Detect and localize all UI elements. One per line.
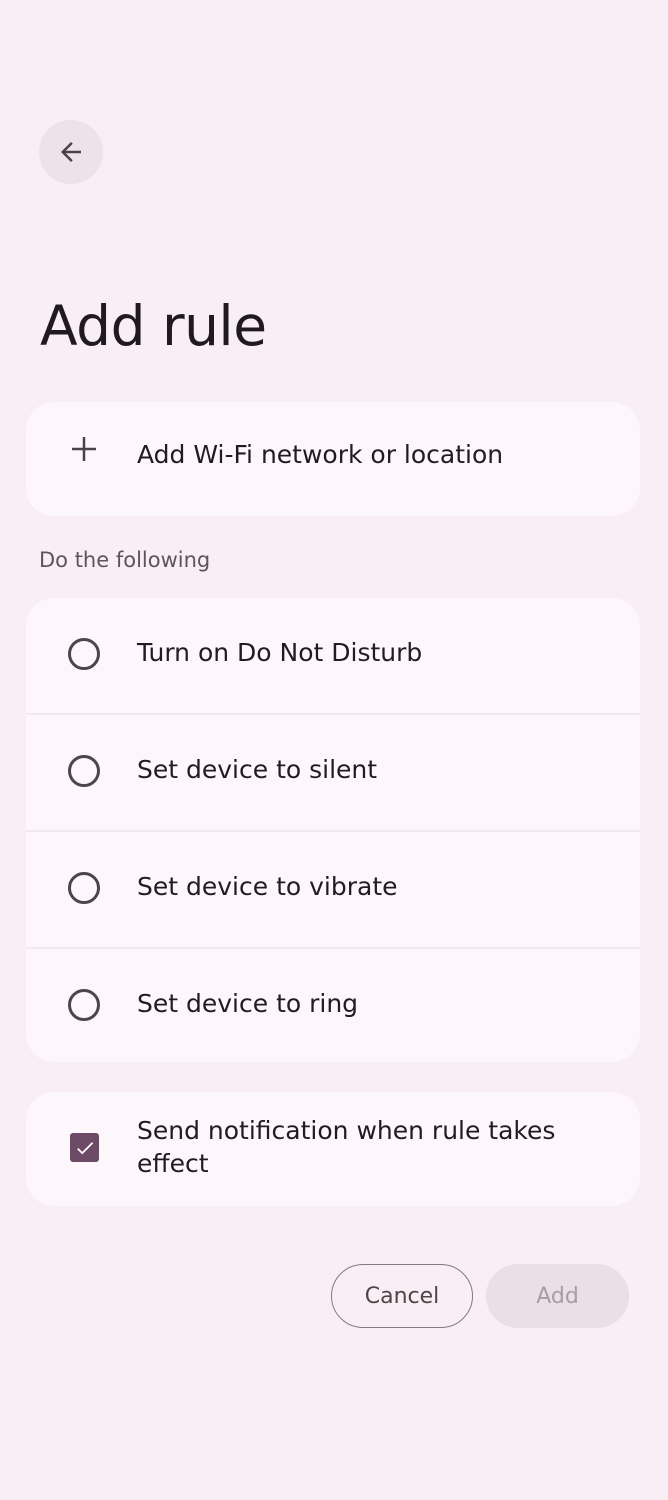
page-title: Add rule (40, 294, 267, 358)
option-label: Turn on Do Not Disturb (137, 638, 423, 667)
action-options-list: Turn on Do Not Disturb Set device to sil… (26, 598, 640, 1062)
option-silent[interactable]: Set device to silent (26, 715, 640, 830)
option-label: Set device to vibrate (137, 872, 398, 901)
option-label: Set device to ring (137, 989, 359, 1018)
notification-checkbox[interactable] (70, 1133, 99, 1162)
plus-icon (72, 437, 96, 461)
cancel-button[interactable]: Cancel (331, 1264, 473, 1328)
notification-label: Send notification when rule takes effect (137, 1116, 556, 1178)
option-vibrate[interactable]: Set device to vibrate (26, 832, 640, 947)
radio-button[interactable] (68, 638, 100, 670)
option-label: Set device to silent (137, 755, 378, 784)
add-trigger-button[interactable]: Add Wi-Fi network or location (26, 402, 640, 516)
check-icon (76, 1141, 93, 1154)
arrow-left-icon (61, 142, 81, 162)
radio-button[interactable] (68, 755, 100, 787)
option-do-not-disturb[interactable]: Turn on Do Not Disturb (26, 598, 640, 713)
add-trigger-label: Add Wi-Fi network or location (137, 440, 504, 469)
add-button[interactable]: Add (486, 1264, 629, 1328)
radio-button[interactable] (68, 872, 100, 904)
option-ring[interactable]: Set device to ring (26, 949, 640, 1062)
radio-button[interactable] (68, 989, 100, 1021)
back-button[interactable] (39, 120, 103, 184)
notification-toggle-row[interactable]: Send notification when rule takes effect (26, 1092, 640, 1206)
section-header: Do the following (39, 548, 211, 572)
